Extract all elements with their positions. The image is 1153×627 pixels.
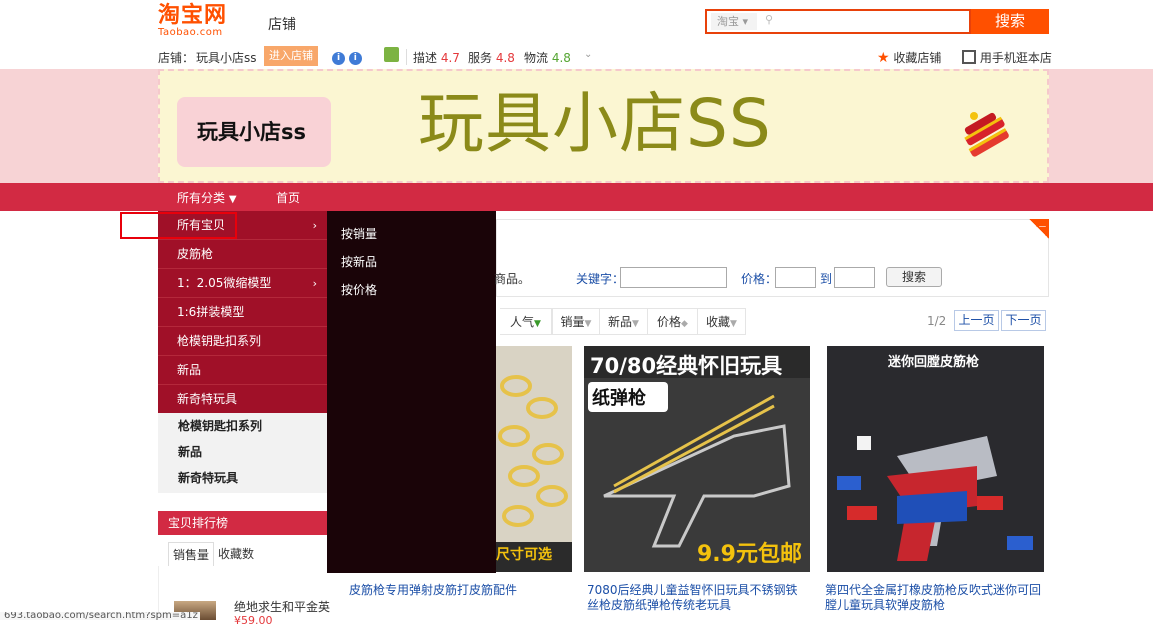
- arrow-down-icon: ▼: [730, 319, 737, 329]
- status-bar-url: 693.taobao.com/search.htm?spm=a1z: [0, 612, 200, 620]
- search-scope-dropdown[interactable]: 淘宝 ▾: [711, 13, 757, 30]
- product-title[interactable]: 第四代全金属打橡皮筋枪反吹式迷你可回膛儿童玩具软弹皮筋枪: [825, 583, 1047, 613]
- arrow-updown-icon: ◆: [681, 319, 688, 329]
- category-list: 所有宝贝 › 皮筋枪 1：2.05微缩模型 › 1:6拼装模型 枪模钥匙扣系列 新品…: [158, 211, 327, 414]
- selection-highlight: [120, 212, 237, 239]
- desc-rating[interactable]: 描述 4.7: [413, 49, 460, 66]
- caret-down-icon: ▼: [228, 194, 237, 205]
- tab-favorites[interactable]: 收藏数: [214, 542, 258, 566]
- info-icon: i: [348, 52, 362, 65]
- sort-favorites[interactable]: 收藏▼: [698, 308, 746, 335]
- category-list-secondary: 枪模钥匙扣系列 新品 新奇特玩具: [158, 413, 327, 493]
- product-image-caption: 9.9元包邮: [697, 542, 802, 567]
- chevron-right-icon: ›: [312, 277, 317, 290]
- search-button[interactable]: 搜索: [971, 9, 1049, 34]
- submenu-sort-new[interactable]: 按新品: [327, 248, 496, 276]
- logo-domain: Taobao.com: [158, 27, 223, 38]
- keyword-label: 关键字：: [576, 272, 625, 286]
- product-image-caption: 纸弹枪: [592, 388, 646, 409]
- price-min-input[interactable]: [775, 267, 816, 288]
- arrow-down-icon: ▼: [534, 319, 541, 329]
- search-icon: ⚲: [765, 13, 774, 26]
- filter-search-button[interactable]: 搜索: [886, 267, 942, 287]
- category-item[interactable]: 新品: [158, 356, 327, 385]
- divider: [406, 49, 407, 65]
- chevron-down-icon[interactable]: ⌄: [584, 49, 592, 60]
- credential-icons[interactable]: i i: [332, 49, 362, 65]
- logistics-rating[interactable]: 物流 4.8: [524, 49, 571, 66]
- product-title[interactable]: 7080后经典儿童益智怀旧玩具不锈钢铁丝枪皮筋纸弹枪传统老玩具: [587, 583, 809, 613]
- category-item[interactable]: 新品: [158, 439, 327, 465]
- mobile-shop-link[interactable]: 用手机逛本店: [962, 49, 1052, 66]
- sort-popularity[interactable]: 人气▼: [500, 308, 552, 335]
- shop-prefix: 店铺：: [158, 51, 195, 65]
- price-label: 价格：: [741, 272, 778, 286]
- sort-new[interactable]: 新品▼: [600, 308, 648, 335]
- category-item[interactable]: 皮筋枪: [158, 240, 327, 269]
- category-item[interactable]: 枪模钥匙扣系列: [158, 327, 327, 356]
- keyword-input[interactable]: [620, 267, 727, 288]
- section-label: 店铺: [268, 17, 296, 33]
- ranking-item-price: ¥59.00: [234, 614, 273, 627]
- ranking-title: 宝贝排行榜: [158, 511, 327, 535]
- product-image[interactable]: [496, 346, 572, 572]
- tab-sales[interactable]: 销售量: [168, 542, 215, 566]
- category-item[interactable]: 枪模钥匙扣系列: [158, 413, 327, 439]
- sort-sales[interactable]: 销量▼: [552, 308, 600, 335]
- qr-code-icon: [962, 50, 976, 64]
- search-box: 淘宝 ▾ ⚲: [705, 9, 971, 34]
- search-input[interactable]: [781, 13, 961, 30]
- collapse-toggle[interactable]: －: [1029, 219, 1049, 239]
- chevron-right-icon: ›: [312, 219, 317, 232]
- logo-text: 淘宝网: [158, 3, 228, 28]
- page-indicator: 1/2: [927, 314, 947, 328]
- nav-home[interactable]: 首页: [276, 189, 300, 206]
- firecracker-icon: [964, 112, 1009, 157]
- arrow-down-icon: ▼: [632, 319, 639, 329]
- category-item[interactable]: 新奇特玩具: [158, 465, 327, 491]
- product-image-caption: 尺寸可选: [496, 547, 552, 563]
- category-item[interactable]: 1:6拼装模型: [158, 298, 327, 327]
- shop-info-bar: 店铺： 玩具小店ss 进入店铺 i i 描述 4.7 服务 4.8 物流 4.8…: [158, 46, 658, 66]
- sort-price[interactable]: 价格◆: [648, 308, 698, 335]
- category-submenu: 按销量 按新品 按价格: [327, 211, 496, 573]
- product-image[interactable]: [827, 346, 1044, 572]
- ranking-tabs: 销售量 收藏数: [158, 538, 327, 566]
- taobao-logo[interactable]: 淘宝网 Taobao.com: [158, 4, 244, 40]
- goods-hint: 商品。: [494, 272, 531, 286]
- star-icon: ★: [877, 50, 890, 66]
- ranking-item-name[interactable]: 绝地求生和平金英: [234, 598, 330, 615]
- banner-title: 玩具小店SS: [418, 85, 772, 162]
- service-rating[interactable]: 服务 4.8: [468, 49, 515, 66]
- favorite-shop-link[interactable]: ★ 收藏店铺: [877, 49, 941, 66]
- product-title[interactable]: 皮筋枪专用弹射皮筋打皮筋配件: [349, 583, 519, 598]
- product-image-caption: 迷你回膛皮筋枪: [888, 355, 980, 370]
- all-categories-menu[interactable]: 所有分类 ▼: [177, 189, 237, 206]
- category-item[interactable]: 新奇特玩具: [158, 385, 327, 414]
- seller-level-icon: [384, 47, 399, 62]
- prev-page-button[interactable]: 上一页: [954, 310, 999, 331]
- price-max-input[interactable]: [834, 267, 875, 288]
- enter-shop-button[interactable]: 进入店铺: [264, 46, 318, 66]
- info-icon: i: [332, 52, 345, 65]
- shop-name-link[interactable]: 玩具小店ss: [196, 49, 257, 66]
- next-page-button[interactable]: 下一页: [1001, 310, 1046, 331]
- submenu-sort-price[interactable]: 按价格: [327, 276, 496, 304]
- price-to-label: 到: [820, 272, 833, 286]
- arrow-down-icon: ▼: [584, 319, 592, 329]
- shop-nav-bar: [0, 183, 1153, 211]
- banner-shop-name: 玩具小店ss: [177, 97, 331, 167]
- submenu-sort-sales[interactable]: 按销量: [327, 220, 496, 248]
- category-item[interactable]: 1：2.05微缩模型 ›: [158, 269, 327, 298]
- product-image-caption: 70/80经典怀旧玩具: [590, 354, 783, 378]
